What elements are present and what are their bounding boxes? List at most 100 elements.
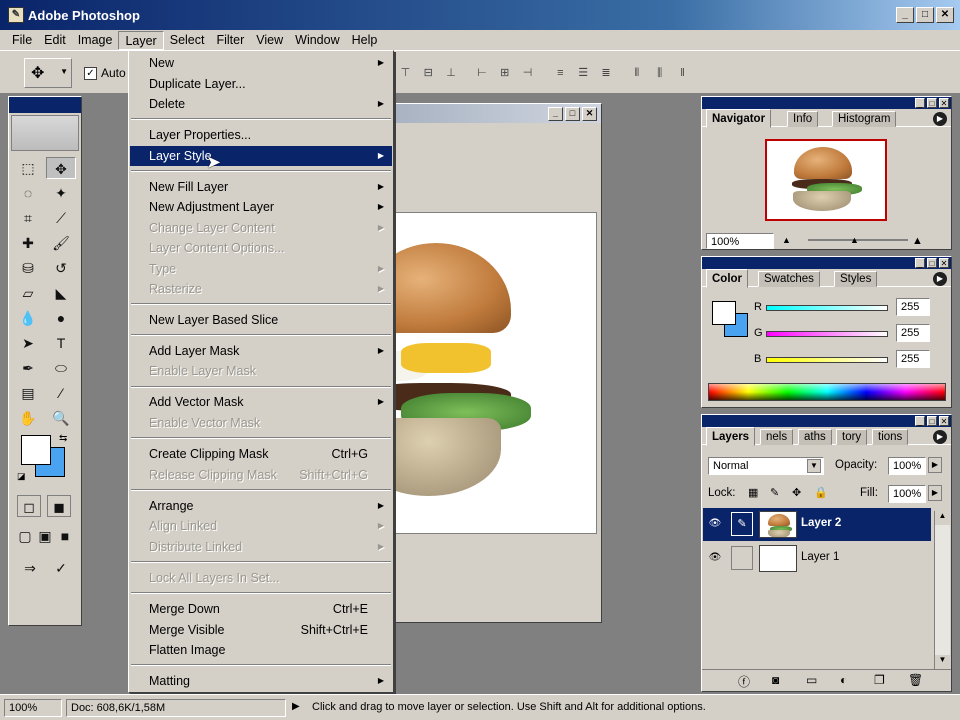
panel-close-button[interactable]: ✕ xyxy=(939,416,949,426)
menu-item-delete[interactable]: Delete ▶ xyxy=(130,94,392,114)
photoshop-feather-logo[interactable] xyxy=(11,115,79,151)
distribute-bottom-icon[interactable]: ≣ xyxy=(596,64,617,82)
status-menu-arrow-icon[interactable]: ▶ xyxy=(292,701,300,712)
scroll-up-icon[interactable]: ▲ xyxy=(935,511,950,525)
menu-item-layer-properties[interactable]: Layer Properties... xyxy=(130,125,392,145)
panel-title-bar[interactable]: _ □ ✕ xyxy=(702,97,951,109)
distribute-top-icon[interactable]: ≡ xyxy=(550,64,571,82)
tool-preset-picker[interactable]: ✥ ▼ xyxy=(24,58,72,88)
eraser-tool-icon[interactable]: ▱ xyxy=(13,282,43,304)
navigator-thumbnail[interactable] xyxy=(765,139,887,221)
menu-item-merge-down[interactable]: Merge Down Ctrl+E xyxy=(130,599,392,619)
blend-mode-select[interactable]: Normal ▼ xyxy=(708,457,824,475)
menu-item-type[interactable]: Type ▶ xyxy=(130,259,392,279)
menu-filter[interactable]: Filter xyxy=(210,31,250,50)
distribute-left-icon[interactable]: ⫴ xyxy=(626,64,647,82)
fill-field[interactable]: 100% xyxy=(888,485,926,503)
panel-maximize-button[interactable]: □ xyxy=(927,416,937,426)
lock-image-icon[interactable]: ✎ xyxy=(770,486,779,499)
default-colors-icon[interactable]: ◪ xyxy=(17,471,26,482)
panel-menu-icon[interactable]: ▶ xyxy=(933,112,947,126)
tab-histogram[interactable]: Histogram xyxy=(832,111,897,127)
tab-history[interactable]: tory xyxy=(836,429,868,445)
minimize-button[interactable]: _ xyxy=(896,7,914,23)
menu-item-layer-content-options[interactable]: Layer Content Options... xyxy=(130,238,392,258)
menu-edit[interactable]: Edit xyxy=(38,31,72,50)
paint-bucket-icon[interactable]: ◣ xyxy=(46,282,76,304)
add-layer-style-icon[interactable]: ⓕ xyxy=(738,673,750,690)
maximize-button[interactable]: □ xyxy=(916,7,934,23)
zoom-tool-icon[interactable]: 🔍 xyxy=(46,407,76,429)
zoom-out-icon[interactable]: ▲ xyxy=(782,235,791,245)
color-spectrum-ramp[interactable] xyxy=(708,383,946,401)
doc-minimize-button[interactable]: _ xyxy=(548,107,563,121)
distribute-right-icon[interactable]: ‖ xyxy=(672,64,693,82)
menu-file[interactable]: File xyxy=(6,31,38,50)
menu-item-new-fill-layer[interactable]: New Fill Layer ▶ xyxy=(130,177,392,197)
zoom-in-icon[interactable]: ▲ xyxy=(912,235,923,247)
quick-mask-icon[interactable]: ◼ xyxy=(47,495,71,517)
standard-mode-icon[interactable]: ◻ xyxy=(17,495,41,517)
menu-item-add-layer-mask[interactable]: Add Layer Mask ▶ xyxy=(130,341,392,361)
menu-window[interactable]: Window xyxy=(289,31,345,50)
lasso-tool-icon[interactable]: ◌ xyxy=(13,182,43,204)
lock-transparency-icon[interactable]: ▦ xyxy=(748,486,758,499)
menu-item-add-vector-mask[interactable]: Add Vector Mask ▶ xyxy=(130,392,392,412)
panel-minimize-button[interactable]: _ xyxy=(915,258,925,268)
move-tool-icon[interactable]: ✥ xyxy=(46,157,76,179)
menu-help[interactable]: Help xyxy=(346,31,384,50)
notes-tool-icon[interactable]: ▤ xyxy=(13,382,43,404)
navigator-zoom-field[interactable]: 100% xyxy=(706,233,774,249)
add-layer-mask-icon[interactable]: ◙ xyxy=(772,673,779,687)
layers-scrollbar[interactable]: ▲ ▼ xyxy=(934,511,950,669)
panel-maximize-button[interactable]: □ xyxy=(927,258,937,268)
layer-row-layer-1[interactable]: 👁 Layer 1 xyxy=(703,542,931,575)
panel-minimize-button[interactable]: _ xyxy=(915,416,925,426)
panel-close-button[interactable]: ✕ xyxy=(939,98,949,108)
eyedropper-icon[interactable]: ⁄ xyxy=(46,382,76,404)
crop-tool-icon[interactable]: ⌗ xyxy=(13,207,43,229)
menu-item-new[interactable]: New ▶ xyxy=(130,53,392,73)
magic-wand-icon[interactable]: ✦ xyxy=(46,182,76,204)
menu-item-new-adjustment-layer[interactable]: New Adjustment Layer ▶ xyxy=(130,197,392,217)
panel-title-bar[interactable]: _ □ ✕ xyxy=(702,415,951,427)
clone-stamp-icon[interactable]: ⛁ xyxy=(13,257,43,279)
opacity-field[interactable]: 100% xyxy=(888,457,926,475)
menu-image[interactable]: Image xyxy=(72,31,119,50)
link-slot[interactable] xyxy=(731,546,753,570)
brush-tool-icon[interactable]: 🖌 xyxy=(46,232,76,254)
align-top-edges-icon[interactable]: ⊤ xyxy=(395,64,416,82)
menu-item-arrange[interactable]: Arrange ▶ xyxy=(130,496,392,516)
document-title-bar[interactable]: _ □ ✕ xyxy=(381,104,601,123)
new-layer-icon[interactable]: ❐ xyxy=(874,673,885,687)
align-horizontal-centers-icon[interactable]: ⊞ xyxy=(494,64,515,82)
tab-info[interactable]: Info xyxy=(787,111,819,127)
menu-item-rasterize[interactable]: Rasterize ▶ xyxy=(130,279,392,299)
menu-item-enable-layer-mask[interactable]: Enable Layer Mask xyxy=(130,361,392,381)
menu-item-flatten-image[interactable]: Flatten Image xyxy=(130,640,392,660)
screen-mode-full-menu-icon[interactable]: ▣ xyxy=(37,525,53,547)
trash-icon[interactable]: 🗑 xyxy=(908,673,923,687)
align-vertical-centers-icon[interactable]: ⊟ xyxy=(418,64,439,82)
blur-tool-icon[interactable]: 💧 xyxy=(13,307,43,329)
toolbox-title-bar[interactable] xyxy=(9,97,81,113)
history-brush-icon[interactable]: ↺ xyxy=(46,257,76,279)
panel-menu-icon[interactable]: ▶ xyxy=(933,272,947,286)
pen-tool-icon[interactable]: ✒ xyxy=(13,357,43,379)
imageready-icon[interactable]: ✓ xyxy=(49,557,73,579)
jump-to-imageready-icon[interactable]: ⇒ xyxy=(17,557,43,579)
panel-close-button[interactable]: ✕ xyxy=(939,258,949,268)
menu-item-duplicate-layer[interactable]: Duplicate Layer... xyxy=(130,74,392,94)
auto-select-checkbox[interactable]: ✓ Auto xyxy=(84,66,126,80)
tab-navigator[interactable]: Navigator xyxy=(706,109,772,128)
healing-brush-icon[interactable]: ✚ xyxy=(13,232,43,254)
slider-thumb-icon[interactable]: ▲ xyxy=(850,235,859,245)
menu-item-distribute-linked[interactable]: Distribute Linked ▶ xyxy=(130,537,392,557)
menu-item-enable-vector-mask[interactable]: Enable Vector Mask xyxy=(130,413,392,433)
menu-view[interactable]: View xyxy=(250,31,289,50)
tab-paths[interactable]: aths xyxy=(798,429,832,445)
panel-maximize-button[interactable]: □ xyxy=(927,98,937,108)
screen-mode-standard-icon[interactable]: ▢ xyxy=(17,525,33,547)
panel-title-bar[interactable]: _ □ ✕ xyxy=(702,257,951,269)
doc-close-button[interactable]: ✕ xyxy=(582,107,597,121)
